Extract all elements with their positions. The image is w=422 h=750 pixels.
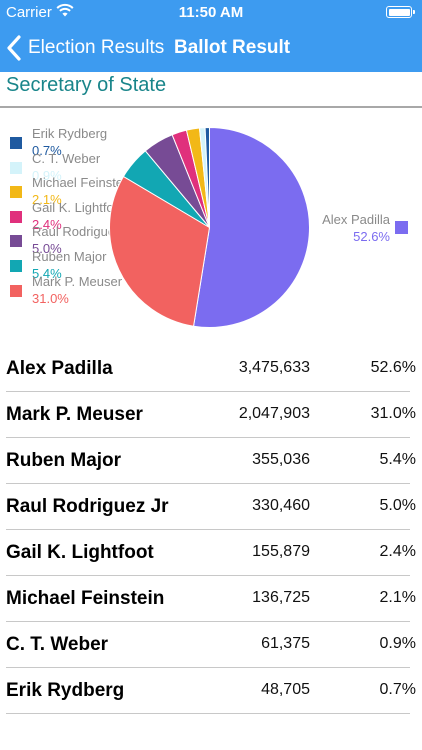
pie-chart[interactable] — [108, 126, 311, 329]
legend-percent: 52.6% — [353, 229, 390, 244]
vote-count: 2,047,903 — [238, 405, 310, 422]
nav-bar: Election Results Ballot Result — [0, 26, 422, 70]
vote-percent: 0.9% — [379, 635, 416, 652]
legend-swatch — [10, 235, 22, 248]
candidate-name: C. T. Weber — [6, 634, 109, 655]
battery-icon — [386, 6, 415, 18]
vote-count: 48,705 — [261, 681, 310, 698]
vote-count: 330,460 — [252, 497, 310, 514]
legend-swatch — [10, 137, 22, 149]
legend-name: Erik Rydberg — [32, 126, 108, 141]
vote-percent: 31.0% — [370, 405, 416, 422]
candidate-name: Erik Rydberg — [6, 680, 125, 701]
vote-count: 3,475,633 — [238, 359, 310, 376]
legend-swatch — [10, 259, 22, 272]
vote-percent: 0.7% — [379, 681, 416, 698]
legend-swatch — [10, 186, 22, 199]
table-row[interactable]: Michael Feinstein 136,725 2.1% — [0, 576, 422, 622]
legend-swatch — [10, 161, 22, 174]
vote-count: 61,375 — [261, 635, 310, 652]
vote-percent: 5.4% — [379, 451, 416, 468]
back-button[interactable]: Election Results — [6, 30, 164, 66]
vote-count: 355,036 — [252, 451, 310, 468]
candidate-name: Michael Feinstein — [6, 588, 165, 609]
vote-count: 136,725 — [252, 589, 310, 606]
section-divider — [0, 106, 422, 108]
section-title: Secretary of State — [6, 74, 167, 96]
table-row[interactable]: Gail K. Lightfoot 155,879 2.4% — [0, 530, 422, 576]
table-row[interactable]: Ruben Major 355,036 5.4% — [0, 438, 422, 484]
legend-percent: 31.0% — [32, 290, 69, 306]
legend-swatch — [10, 284, 22, 297]
legend-name: Ruben Major — [32, 248, 107, 264]
candidate-name: Raul Rodriguez Jr — [6, 496, 169, 517]
legend-swatch — [395, 221, 408, 234]
vote-count: 155,879 — [252, 543, 310, 560]
legend-swatch — [10, 210, 22, 223]
status-bar: Carrier 11:50 AM — [0, 0, 422, 24]
legend-name: C. T. Weber — [32, 150, 101, 166]
results-list: Alex Padilla 3,475,633 52.6% Mark P. Meu… — [0, 346, 422, 714]
page-title: Ballot Result — [174, 37, 291, 58]
table-row[interactable]: Alex Padilla 3,475,633 52.6% — [0, 346, 422, 392]
candidate-name: Alex Padilla — [6, 358, 113, 379]
table-row[interactable]: Mark P. Meuser 2,047,903 31.0% — [0, 392, 422, 438]
navigation-header: Carrier 11:50 AM Election Results Ballot… — [0, 0, 422, 72]
legend-item-alex-padilla: Alex Padilla 52.6% — [316, 210, 416, 244]
chevron-left-icon — [7, 35, 21, 61]
vote-percent: 5.0% — [379, 497, 416, 514]
candidate-name: Mark P. Meuser — [6, 404, 143, 425]
candidate-name: Gail K. Lightfoot — [6, 542, 154, 563]
candidate-name: Ruben Major — [6, 450, 122, 471]
table-row[interactable]: Erik Rydberg 48,705 0.7% — [0, 668, 422, 714]
table-row[interactable]: Raul Rodriguez Jr 330,460 5.0% — [0, 484, 422, 530]
back-button-label: Election Results — [28, 37, 165, 58]
row-divider — [6, 713, 410, 714]
pie-slice-alex-padilla[interactable] — [192, 126, 310, 328]
legend-name: Alex Padilla — [322, 212, 390, 227]
clock: 11:50 AM — [178, 4, 244, 21]
vote-percent: 52.6% — [370, 359, 416, 376]
vote-percent: 2.1% — [379, 589, 416, 606]
table-row[interactable]: C. T. Weber 61,375 0.9% — [0, 622, 422, 668]
vote-percent: 2.4% — [379, 543, 416, 560]
